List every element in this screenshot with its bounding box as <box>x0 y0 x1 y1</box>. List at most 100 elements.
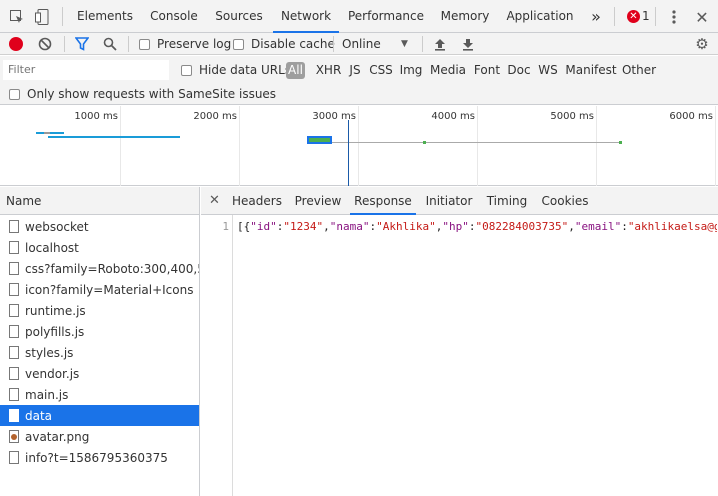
network-toolbar: Preserve log Disable cache Online ▼ ⚙ <box>0 33 718 55</box>
kebab-menu-icon[interactable] <box>666 8 682 26</box>
preserve-log-checkbox[interactable]: Preserve log <box>139 37 231 51</box>
filter-input[interactable] <box>3 60 169 80</box>
clear-icon[interactable] <box>37 36 53 52</box>
tab-application[interactable]: Application <box>500 0 580 33</box>
disable-cache-label: Disable cache <box>251 37 335 51</box>
file-icon <box>9 346 19 359</box>
filter-type-media[interactable]: Media <box>429 62 467 79</box>
request-row[interactable]: css?family=Roboto:300,400,50... <box>0 258 199 279</box>
import-har-icon[interactable] <box>432 36 448 52</box>
samesite-checkbox[interactable]: Only show requests with SameSite issues <box>9 87 276 101</box>
overview-bar <box>44 132 50 134</box>
settings-gear-icon[interactable]: ⚙ <box>694 35 710 53</box>
request-row[interactable]: websocket <box>0 216 199 237</box>
request-name: polyfills.js <box>25 324 85 339</box>
overview-marker-line <box>348 120 349 186</box>
filter-type-other[interactable]: Other <box>621 62 657 79</box>
filter-funnel-icon[interactable] <box>74 36 90 52</box>
request-row[interactable]: vendor.js <box>0 363 199 384</box>
error-badge-icon[interactable]: ✕ <box>627 10 640 23</box>
tab-timing[interactable]: Timing <box>482 187 532 215</box>
tab-sources[interactable]: Sources <box>208 0 270 33</box>
filter-type-manifest[interactable]: Manifest <box>565 62 617 79</box>
request-row[interactable]: localhost <box>0 237 199 258</box>
close-detail-icon[interactable]: ✕ <box>209 193 220 208</box>
filter-type-img[interactable]: Img <box>398 62 424 79</box>
file-icon <box>9 262 19 275</box>
request-name: css?family=Roboto:300,400,50... <box>25 261 199 276</box>
tick-5000: 5000 ms <box>550 111 594 122</box>
tab-memory[interactable]: Memory <box>433 0 497 33</box>
request-name: data <box>25 408 53 423</box>
device-toolbar-icon[interactable] <box>33 8 51 26</box>
tab-headers[interactable]: Headers <box>228 187 286 215</box>
filter-type-ws[interactable]: WS <box>536 62 560 79</box>
overview-bar <box>36 132 64 134</box>
file-icon <box>9 304 19 317</box>
search-icon[interactable] <box>102 36 118 52</box>
tick-3000: 3000 ms <box>312 111 356 122</box>
preserve-log-box[interactable] <box>139 38 150 50</box>
samesite-label: Only show requests with SameSite issues <box>27 87 277 101</box>
hide-data-urls-checkbox[interactable]: Hide data URLs <box>181 63 291 77</box>
overview-bar <box>332 142 622 143</box>
file-icon <box>9 409 19 422</box>
file-icon <box>9 367 19 380</box>
response-body[interactable]: [{"id":"1234","nama":"Akhlika","hp":"082… <box>237 220 717 233</box>
hide-data-urls-box[interactable] <box>181 64 192 76</box>
filter-type-css[interactable]: CSS <box>368 62 394 79</box>
request-row[interactable]: polyfills.js <box>0 321 199 342</box>
request-row[interactable]: runtime.js <box>0 300 199 321</box>
tick-1000: 1000 ms <box>74 111 118 122</box>
throttle-select[interactable]: Online ▼ <box>342 35 412 53</box>
tick-4000: 4000 ms <box>431 111 475 122</box>
throttle-value: Online <box>342 37 381 51</box>
request-row[interactable]: icon?family=Material+Icons <box>0 279 199 300</box>
file-icon <box>9 220 19 233</box>
request-row[interactable]: avatar.png <box>0 426 199 447</box>
preserve-log-label: Preserve log <box>157 37 232 51</box>
file-icon <box>9 325 19 338</box>
request-row[interactable]: styles.js <box>0 342 199 363</box>
inspect-element-icon[interactable] <box>8 8 26 26</box>
file-icon <box>9 451 19 464</box>
tick-6000: 6000 ms <box>669 111 713 122</box>
filter-type-doc[interactable]: Doc <box>506 62 532 79</box>
request-name: main.js <box>25 387 69 402</box>
samesite-box[interactable] <box>9 88 20 100</box>
filter-type-js[interactable]: JS <box>346 62 364 79</box>
tab-network[interactable]: Network <box>273 0 339 33</box>
samesite-bar: Only show requests with SameSite issues <box>0 84 718 105</box>
record-icon[interactable] <box>9 37 23 51</box>
close-devtools-icon[interactable]: ✕ <box>694 8 710 27</box>
request-list: Name websocket localhost css?family=Roboto… <box>0 187 200 496</box>
name-column-header[interactable]: Name <box>0 187 199 215</box>
overview-selected-bar <box>307 136 332 144</box>
request-row[interactable]: data <box>0 405 199 426</box>
tab-response[interactable]: Response <box>350 187 416 215</box>
export-har-icon[interactable] <box>460 36 476 52</box>
error-count[interactable]: 1 <box>642 9 650 23</box>
overview-bar <box>423 141 426 144</box>
filter-type-all[interactable]: All <box>286 62 305 79</box>
detail-tab-bar: ✕ Headers Preview Response Initiator Tim… <box>201 187 718 215</box>
network-overview-timeline[interactable]: 1000 ms 2000 ms 3000 ms 4000 ms 5000 ms … <box>0 106 718 186</box>
hide-data-urls-label: Hide data URLs <box>199 63 292 77</box>
line-gutter <box>201 215 233 496</box>
tick-2000: 2000 ms <box>193 111 237 122</box>
overview-bar <box>48 136 180 138</box>
request-row[interactable]: info?t=1586795360375 <box>0 447 199 468</box>
request-name: runtime.js <box>25 303 86 318</box>
filter-type-font[interactable]: Font <box>472 62 502 79</box>
filter-type-xhr[interactable]: XHR <box>314 62 343 79</box>
tab-initiator[interactable]: Initiator <box>420 187 478 215</box>
tab-preview[interactable]: Preview <box>289 187 347 215</box>
tab-elements[interactable]: Elements <box>70 0 140 33</box>
tab-cookies[interactable]: Cookies <box>537 187 593 215</box>
request-row[interactable]: main.js <box>0 384 199 405</box>
disable-cache-checkbox[interactable]: Disable cache <box>233 37 335 51</box>
more-tabs-button[interactable]: » <box>585 0 607 33</box>
tab-console[interactable]: Console <box>143 0 205 33</box>
tab-performance[interactable]: Performance <box>342 0 430 33</box>
disable-cache-box[interactable] <box>233 38 244 50</box>
